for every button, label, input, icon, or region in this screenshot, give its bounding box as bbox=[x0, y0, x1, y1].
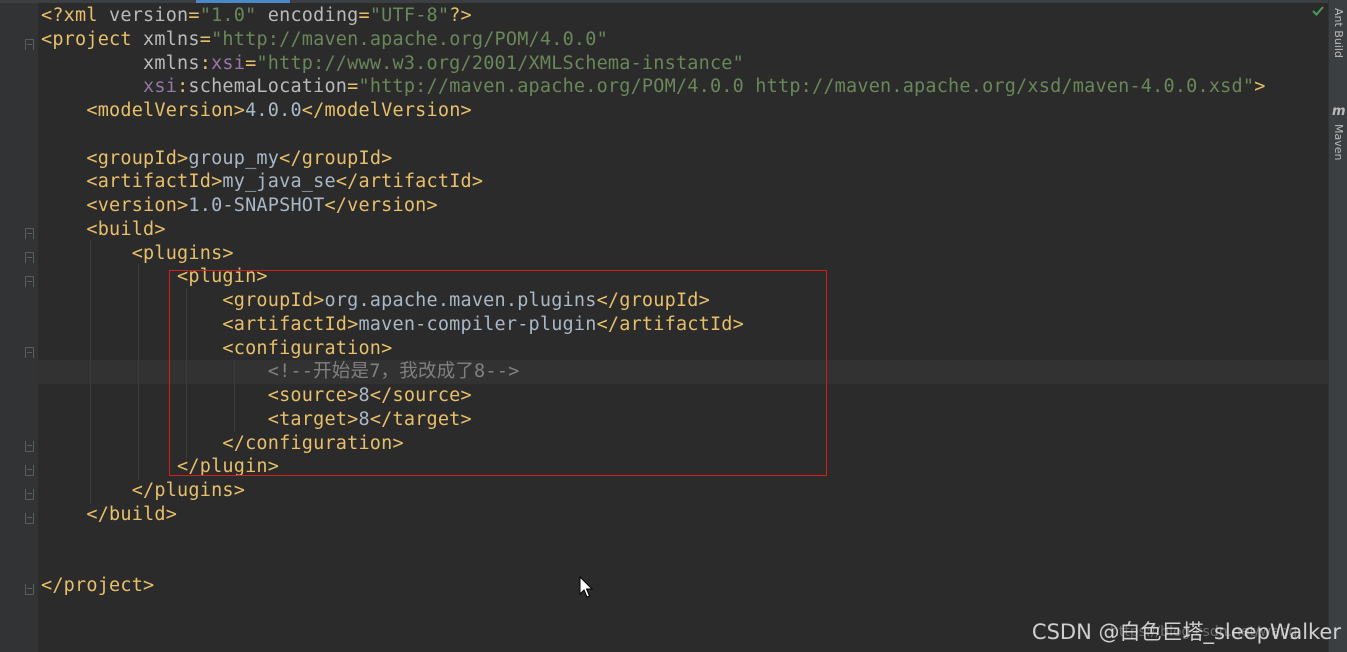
code-token: encoding bbox=[256, 5, 359, 26]
fold-marker-icon[interactable] bbox=[25, 347, 34, 358]
code-line[interactable]: </plugins> bbox=[41, 479, 1266, 503]
code-token: "http://maven.apache.org/POM/4.0.0 http:… bbox=[358, 76, 1255, 98]
code-token: "1.0" bbox=[199, 5, 257, 26]
code-token: "http://maven.apache.org/POM/4.0.0" bbox=[211, 28, 608, 50]
fold-marker-icon[interactable] bbox=[25, 441, 34, 452]
code-token: </build> bbox=[41, 503, 178, 525]
code-token: my_java_se bbox=[222, 171, 336, 193]
code-token: <?xml bbox=[41, 5, 110, 26]
code-token: xsi bbox=[41, 76, 178, 98]
code-line[interactable]: <artifactId>my_java_se</artifactId> bbox=[41, 170, 1266, 194]
mouse-cursor-icon bbox=[579, 576, 594, 598]
code-token: xsi bbox=[211, 52, 246, 74]
code-token: xmlns bbox=[41, 52, 200, 74]
code-token: <version> bbox=[41, 195, 189, 216]
code-token: </groupId> bbox=[279, 147, 393, 169]
fold-marker-icon[interactable] bbox=[25, 584, 34, 595]
code-token: 1.0-SNAPSHOT bbox=[188, 195, 325, 216]
code-token: 4.0.0 bbox=[245, 100, 302, 121]
code-token: version bbox=[109, 5, 189, 26]
code-token: = bbox=[199, 28, 212, 50]
fold-marker-icon[interactable] bbox=[25, 513, 34, 524]
maven-icon: m bbox=[1332, 104, 1346, 119]
active-tab-indicator[interactable] bbox=[196, 0, 290, 3]
code-line[interactable]: </project> bbox=[41, 574, 1266, 598]
code-line[interactable]: xmlns:xsi="http://www.w3.org/2001/XMLSch… bbox=[41, 52, 1266, 76]
code-token: "http://www.w3.org/2001/XMLSchema-instan… bbox=[256, 52, 744, 74]
tool-window-bar: Ant Build m Maven bbox=[1328, 0, 1347, 652]
code-token: = bbox=[245, 52, 257, 74]
code-line[interactable] bbox=[41, 123, 1266, 147]
code-line[interactable]: </build> bbox=[41, 503, 1266, 527]
code-token: </project> bbox=[41, 575, 155, 596]
fold-marker-icon[interactable] bbox=[25, 276, 34, 287]
ant-build-tab[interactable]: Ant Build bbox=[1332, 8, 1345, 58]
editor-gutter bbox=[0, 3, 38, 652]
code-line[interactable]: xsi:schemaLocation="http://maven.apache.… bbox=[41, 75, 1266, 99]
code-token: : bbox=[177, 76, 189, 98]
code-line[interactable]: <modelVersion>4.0.0</modelVersion> bbox=[41, 99, 1266, 123]
fold-marker-icon[interactable] bbox=[25, 228, 34, 239]
code-token: = bbox=[358, 5, 370, 26]
annotation-highlight-box bbox=[169, 270, 827, 476]
csdn-watermark: CSDN @白色巨塔_sleepWalker bbox=[1031, 620, 1341, 644]
code-token: <groupId> bbox=[41, 147, 189, 169]
code-token: xmlns bbox=[143, 28, 200, 50]
code-line[interactable]: <plugins> bbox=[41, 242, 1266, 266]
ide-editor-window: <?xml version="1.0" encoding="UTF-8"?> <p… bbox=[0, 0, 1347, 652]
code-token: <project bbox=[41, 28, 144, 50]
code-token: <artifactId> bbox=[41, 171, 223, 193]
code-token: : bbox=[199, 52, 212, 74]
code-token: "UTF-8" bbox=[369, 5, 450, 26]
code-line[interactable]: <version>1.0-SNAPSHOT</version> bbox=[41, 194, 1266, 218]
maven-tab[interactable]: Maven bbox=[1332, 124, 1345, 160]
code-token: </modelVersion> bbox=[301, 100, 472, 121]
code-line[interactable] bbox=[41, 527, 1266, 551]
code-token: <build> bbox=[41, 218, 166, 240]
code-token: </plugins> bbox=[41, 480, 246, 501]
code-token: <plugins> bbox=[41, 242, 234, 264]
code-token: <modelVersion> bbox=[41, 100, 246, 121]
code-line[interactable]: <project xmlns="http://maven.apache.org/… bbox=[41, 28, 1266, 52]
code-line[interactable]: <groupId>group_my</groupId> bbox=[41, 147, 1266, 171]
code-token: = bbox=[347, 76, 359, 98]
fold-marker-icon[interactable] bbox=[25, 465, 34, 476]
code-token: = bbox=[188, 5, 200, 26]
code-line[interactable] bbox=[41, 550, 1266, 574]
fold-marker-icon[interactable] bbox=[25, 489, 34, 500]
code-token: schemaLocation bbox=[188, 76, 348, 98]
code-token: > bbox=[1254, 76, 1266, 98]
code-token: group_my bbox=[188, 147, 280, 169]
code-token: </artifactId> bbox=[335, 171, 484, 193]
fold-marker-icon[interactable] bbox=[25, 252, 34, 263]
code-token: </version> bbox=[324, 195, 438, 216]
code-token: ?> bbox=[449, 5, 472, 26]
check-icon bbox=[1312, 6, 1324, 16]
code-line[interactable]: <build> bbox=[41, 218, 1266, 242]
code-line[interactable]: <?xml version="1.0" encoding="UTF-8"?> bbox=[41, 4, 1266, 28]
fold-marker-icon[interactable] bbox=[25, 39, 34, 50]
